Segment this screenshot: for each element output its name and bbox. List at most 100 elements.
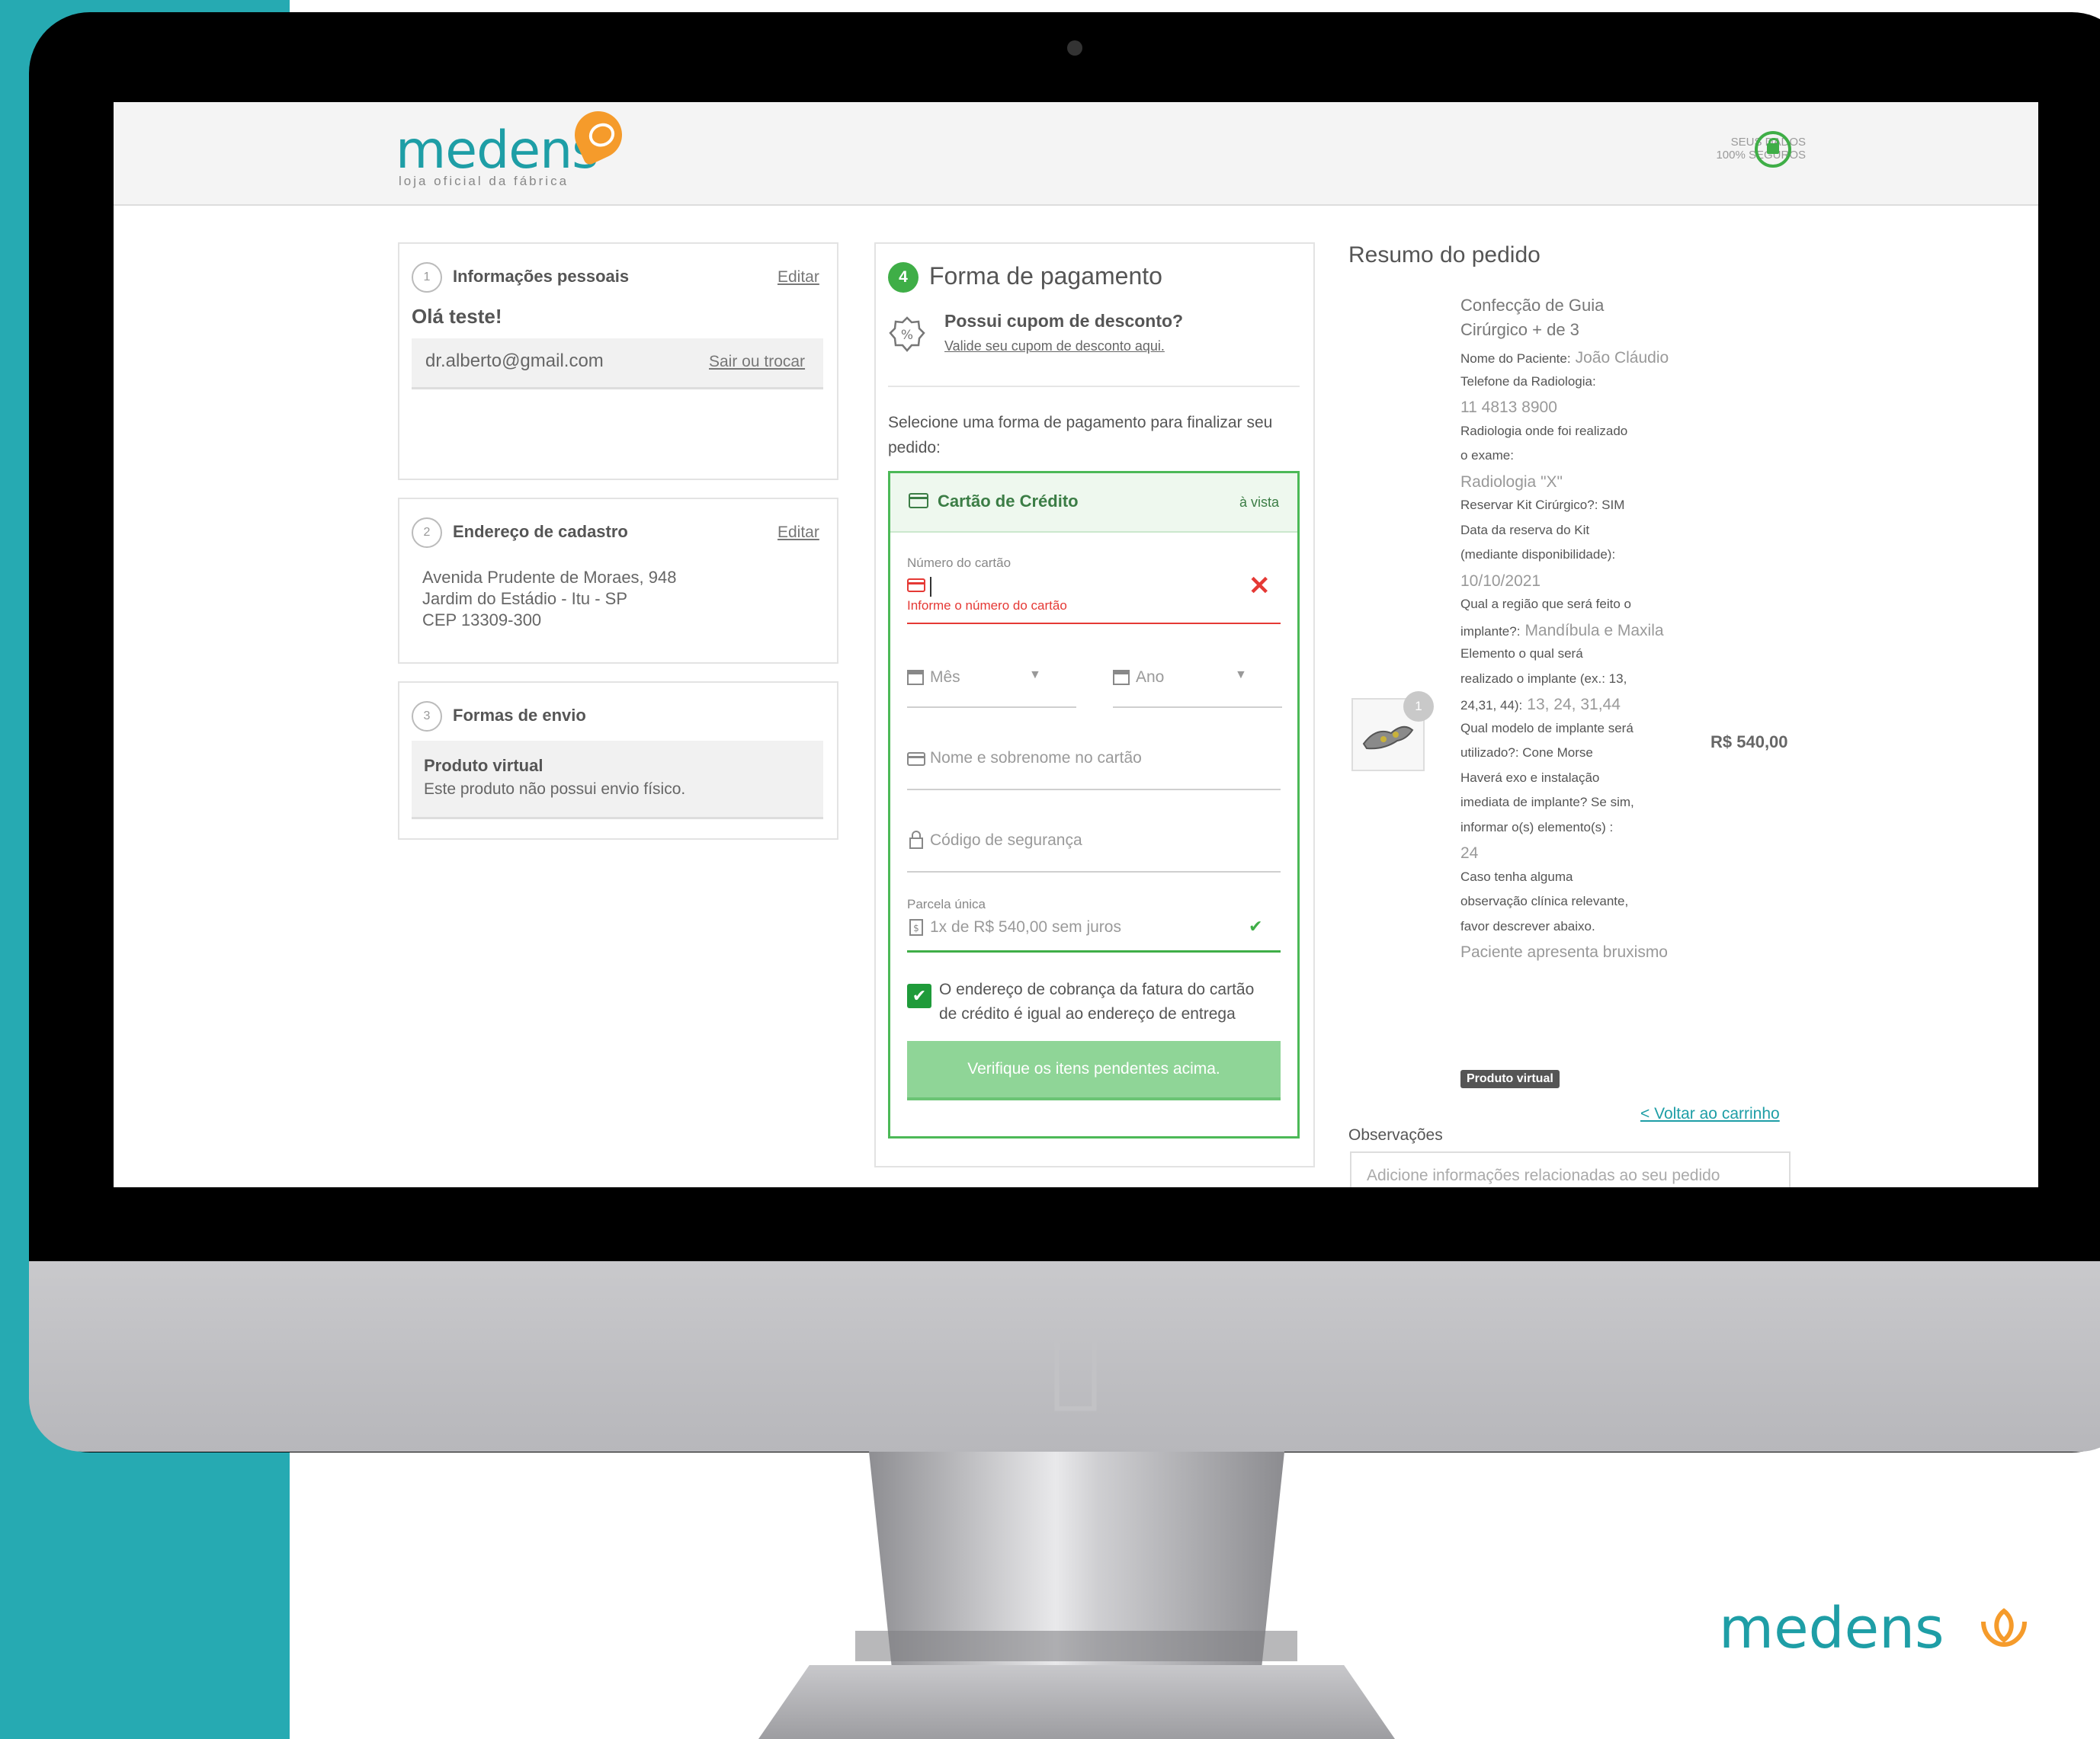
installment-select[interactable]: 1x de R$ 540,00 sem juros <box>930 918 1121 937</box>
panel-title: Endereço de cadastro <box>453 522 628 541</box>
name-underline <box>907 789 1281 790</box>
quantity-badge: 1 <box>1403 691 1434 722</box>
panel-title: Informações pessoais <box>453 267 630 286</box>
address-line-1: Avenida Prudente de Moraes, 948 <box>422 568 677 587</box>
credit-card-icon <box>907 752 925 766</box>
payment-instruction: Selecione uma forma de pagamento para fi… <box>888 414 1273 456</box>
detail-row: imediata de implante? Se sim, <box>1460 795 1689 820</box>
detail-row: Telefone da Radiologia: <box>1460 374 1689 399</box>
edit-address-link[interactable]: Editar <box>777 524 819 542</box>
installment-icon: $ <box>909 919 923 936</box>
credit-card-tag: à vista <box>1239 495 1280 510</box>
switch-account-link[interactable]: Sair ou trocar <box>709 353 805 371</box>
check-icon: ✔ <box>1249 917 1263 936</box>
svg-text:%: % <box>901 328 913 343</box>
billing-same-line-1[interactable]: O endereço de cobrança da fatura do cart… <box>939 981 1254 999</box>
detail-value: 13, 24, 31,44 <box>1527 696 1621 713</box>
detail-value: Mandíbula e Maxila <box>1525 621 1664 639</box>
detail-row: implante?: Mandíbula e Maxila <box>1460 622 1689 647</box>
card-number-input[interactable] <box>930 577 1229 597</box>
close-icon[interactable]: ✕ <box>1249 571 1271 601</box>
security-code-input[interactable]: Código de segurança <box>930 831 1082 850</box>
billing-same-checkbox[interactable]: ✔ <box>907 984 931 1008</box>
detail-row: Radiologia onde foi realizado <box>1460 424 1689 449</box>
detail-label: Haverá exo e instalação <box>1460 770 1600 785</box>
user-email: dr.alberto@gmail.com <box>425 351 604 371</box>
order-summary: Resumo do pedido Confecção de Guia Cirúr… <box>1348 242 1905 1187</box>
card-number-error: Informe o número do cartão <box>907 598 1067 613</box>
calendar-icon <box>907 670 924 685</box>
detail-label: 24,31, 44): <box>1460 698 1523 713</box>
shipping-option-desc: Este produto não possui envio físico. <box>424 780 686 798</box>
credit-card-option[interactable]: Cartão de Crédito à vista Número do cart… <box>888 471 1300 1139</box>
cvv-underline <box>907 871 1281 873</box>
coupon-title: Possui cupom de desconto? <box>944 311 1184 331</box>
detail-value: 24 <box>1460 844 1479 862</box>
month-underline <box>907 706 1076 708</box>
detail-value: 11 4813 8900 <box>1460 399 1557 416</box>
address-line-3: CEP 13309-300 <box>422 610 542 629</box>
detail-row: informar o(s) elemento(s) : <box>1460 820 1689 845</box>
detail-row: 24 <box>1460 844 1689 869</box>
checkout-screen: medens loja oficial da fábrica Seus dado… <box>114 102 2038 1187</box>
billing-same-line-2[interactable]: de crédito é igual ao endereço de entreg… <box>939 1005 1236 1023</box>
detail-label: informar o(s) elemento(s) : <box>1460 819 1614 834</box>
detail-row: 10/10/2021 <box>1460 572 1689 597</box>
submit-order-button[interactable]: Verifique os itens pendentes acima. <box>907 1041 1281 1100</box>
apple-icon:  <box>1050 1318 1101 1416</box>
submit-order-label: Verifique os itens pendentes acima. <box>967 1060 1220 1078</box>
detail-label: Data da reserva do Kit <box>1460 522 1590 537</box>
panel-title: Formas de envio <box>453 706 586 725</box>
chevron-down-icon[interactable]: ▼ <box>1235 668 1247 682</box>
detail-row: Reservar Kit Cirúrgico?: SIM <box>1460 498 1689 523</box>
step-number: 2 <box>412 517 442 548</box>
shipping-option-title: Produto virtual <box>424 756 543 775</box>
shipping-option-box[interactable]: Produto virtual Este produto não possui … <box>412 741 823 819</box>
detail-value: 10/10/2021 <box>1460 572 1541 590</box>
detail-row: favor descrever abaixo. <box>1460 919 1689 944</box>
detail-label: Telefone da Radiologia: <box>1460 373 1596 389</box>
detail-label: Caso tenha alguma <box>1460 869 1573 884</box>
detail-label: utilizado?: Cone Morse <box>1460 745 1593 760</box>
step-number: 1 <box>412 262 442 293</box>
detail-row: Qual a região que será feito o <box>1460 597 1689 622</box>
payment-title: Forma de pagamento <box>929 262 1162 290</box>
detail-row: o exame: <box>1460 448 1689 473</box>
detail-label: implante?: <box>1460 623 1521 639</box>
edit-personal-link[interactable]: Editar <box>777 268 819 287</box>
detail-label: favor descrever abaixo. <box>1460 918 1595 934</box>
detail-row: Caso tenha alguma <box>1460 869 1689 895</box>
year-select[interactable]: Ano <box>1136 668 1164 687</box>
coupon-link[interactable]: Valide seu cupom de desconto aqui. <box>944 338 1165 354</box>
back-to-cart-link[interactable]: < Voltar ao carrinho <box>1640 1105 1780 1123</box>
notes-textarea[interactable]: Adicione informações relacionadas ao seu… <box>1350 1151 1791 1187</box>
product-details-list: Nome do Paciente: João Cláudio Telefone da… <box>1460 349 1689 969</box>
detail-row: Qual modelo de implante será <box>1460 721 1689 746</box>
detail-label: Reservar Kit Cirúrgico?: SIM <box>1460 498 1625 512</box>
credit-card-header[interactable]: Cartão de Crédito à vista <box>890 473 1297 533</box>
detail-value: João Cláudio <box>1575 349 1669 367</box>
cardholder-name-input[interactable]: Nome e sobrenome no cartão <box>930 749 1142 767</box>
detail-row: Haverá exo e instalação <box>1460 770 1689 796</box>
detail-row: 11 4813 8900 <box>1460 399 1689 424</box>
credit-card-icon <box>907 578 925 592</box>
detail-row: Data da reserva do Kit <box>1460 523 1689 548</box>
notes-label: Observações <box>1348 1126 1443 1144</box>
detail-label: imediata de implante? Se sim, <box>1460 795 1634 809</box>
card-number-label: Número do cartão <box>907 556 1012 570</box>
lock-icon <box>1755 131 1791 168</box>
calendar-icon <box>1113 670 1130 685</box>
detail-label: Radiologia onde foi realizado <box>1460 423 1628 438</box>
month-select[interactable]: Mês <box>930 668 960 687</box>
detail-row: Elemento o qual será <box>1460 646 1689 671</box>
detail-label: realizado o implante (ex.: 13, <box>1460 671 1627 686</box>
email-box: dr.alberto@gmail.com Sair ou trocar <box>412 338 823 389</box>
address-panel: 2 Endereço de cadastro Editar Avenida Pr… <box>398 498 838 664</box>
product-virtual-badge: Produto virtual <box>1460 1070 1560 1088</box>
stand-shadow <box>855 1631 1297 1661</box>
lotus-icon <box>1981 1608 2027 1648</box>
credit-card-label: Cartão de Crédito <box>938 492 1079 511</box>
site-logo[interactable]: medens <box>396 125 599 177</box>
shipping-panel: 3 Formas de envio Produto virtual Este p… <box>398 681 838 840</box>
chevron-down-icon[interactable]: ▼ <box>1029 668 1041 682</box>
